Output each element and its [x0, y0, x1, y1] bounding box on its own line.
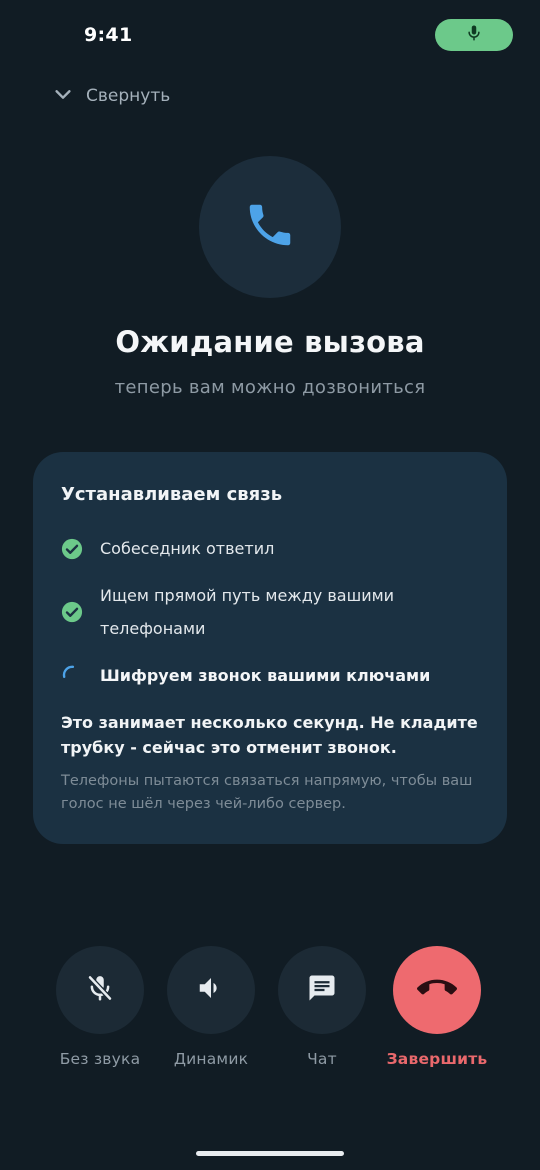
- connection-status-card: Устанавливаем связь Собеседник ответил И…: [33, 452, 507, 844]
- speaker-label: Динамик: [173, 1050, 249, 1068]
- chat-button[interactable]: [278, 946, 366, 1034]
- call-controls: Без звука Динамик Чат Завершить: [0, 944, 540, 1084]
- step-item: Собеседник ответил: [100, 539, 275, 558]
- call-status-title: Ожидание вызова: [115, 325, 425, 359]
- collapse-label: Свернуть: [86, 86, 171, 106]
- card-title: Устанавливаем связь: [61, 484, 283, 505]
- mute-button[interactable]: [56, 946, 144, 1034]
- end-call-label: Завершить: [386, 1050, 488, 1068]
- chevron-down-icon: [52, 83, 74, 109]
- collapse-button[interactable]: Свернуть: [52, 80, 170, 112]
- mute-label: Без звука: [59, 1050, 141, 1068]
- speaker-icon: [196, 973, 226, 1007]
- status-time: 9:41: [84, 24, 133, 46]
- control-speaker: Динамик: [156, 944, 266, 1068]
- check-circle-icon: [61, 538, 83, 560]
- control-mute: Без звука: [45, 944, 155, 1068]
- speaker-button[interactable]: [167, 946, 255, 1034]
- check-circle-icon: [61, 601, 83, 623]
- home-indicator[interactable]: [196, 1151, 344, 1156]
- mic-icon: [465, 23, 483, 47]
- status-bar: 9:41: [0, 0, 540, 70]
- chat-icon: [307, 973, 337, 1007]
- spinner-icon: [61, 664, 83, 686]
- control-end-call: Завершить: [382, 944, 492, 1068]
- call-avatar: [199, 156, 341, 298]
- control-chat: Чат: [267, 944, 377, 1068]
- info-note: Телефоны пытаются связаться напрямую, чт…: [61, 773, 473, 812]
- phone-icon: [243, 198, 297, 256]
- step-item: Ищем прямой путь между вашими телефонами: [100, 586, 395, 638]
- warning-text: Это занимает несколько секунд. Не кладит…: [61, 713, 478, 757]
- call-status-subtitle: теперь вам можно дозвониться: [114, 377, 426, 398]
- step-item: Шифруем звонок вашими ключами: [100, 666, 431, 685]
- mic-off-icon: [85, 973, 115, 1007]
- mic-active-indicator[interactable]: [435, 19, 513, 51]
- hang-up-icon: [417, 968, 457, 1012]
- end-call-button[interactable]: [393, 946, 481, 1034]
- chat-label: Чат: [307, 1050, 337, 1068]
